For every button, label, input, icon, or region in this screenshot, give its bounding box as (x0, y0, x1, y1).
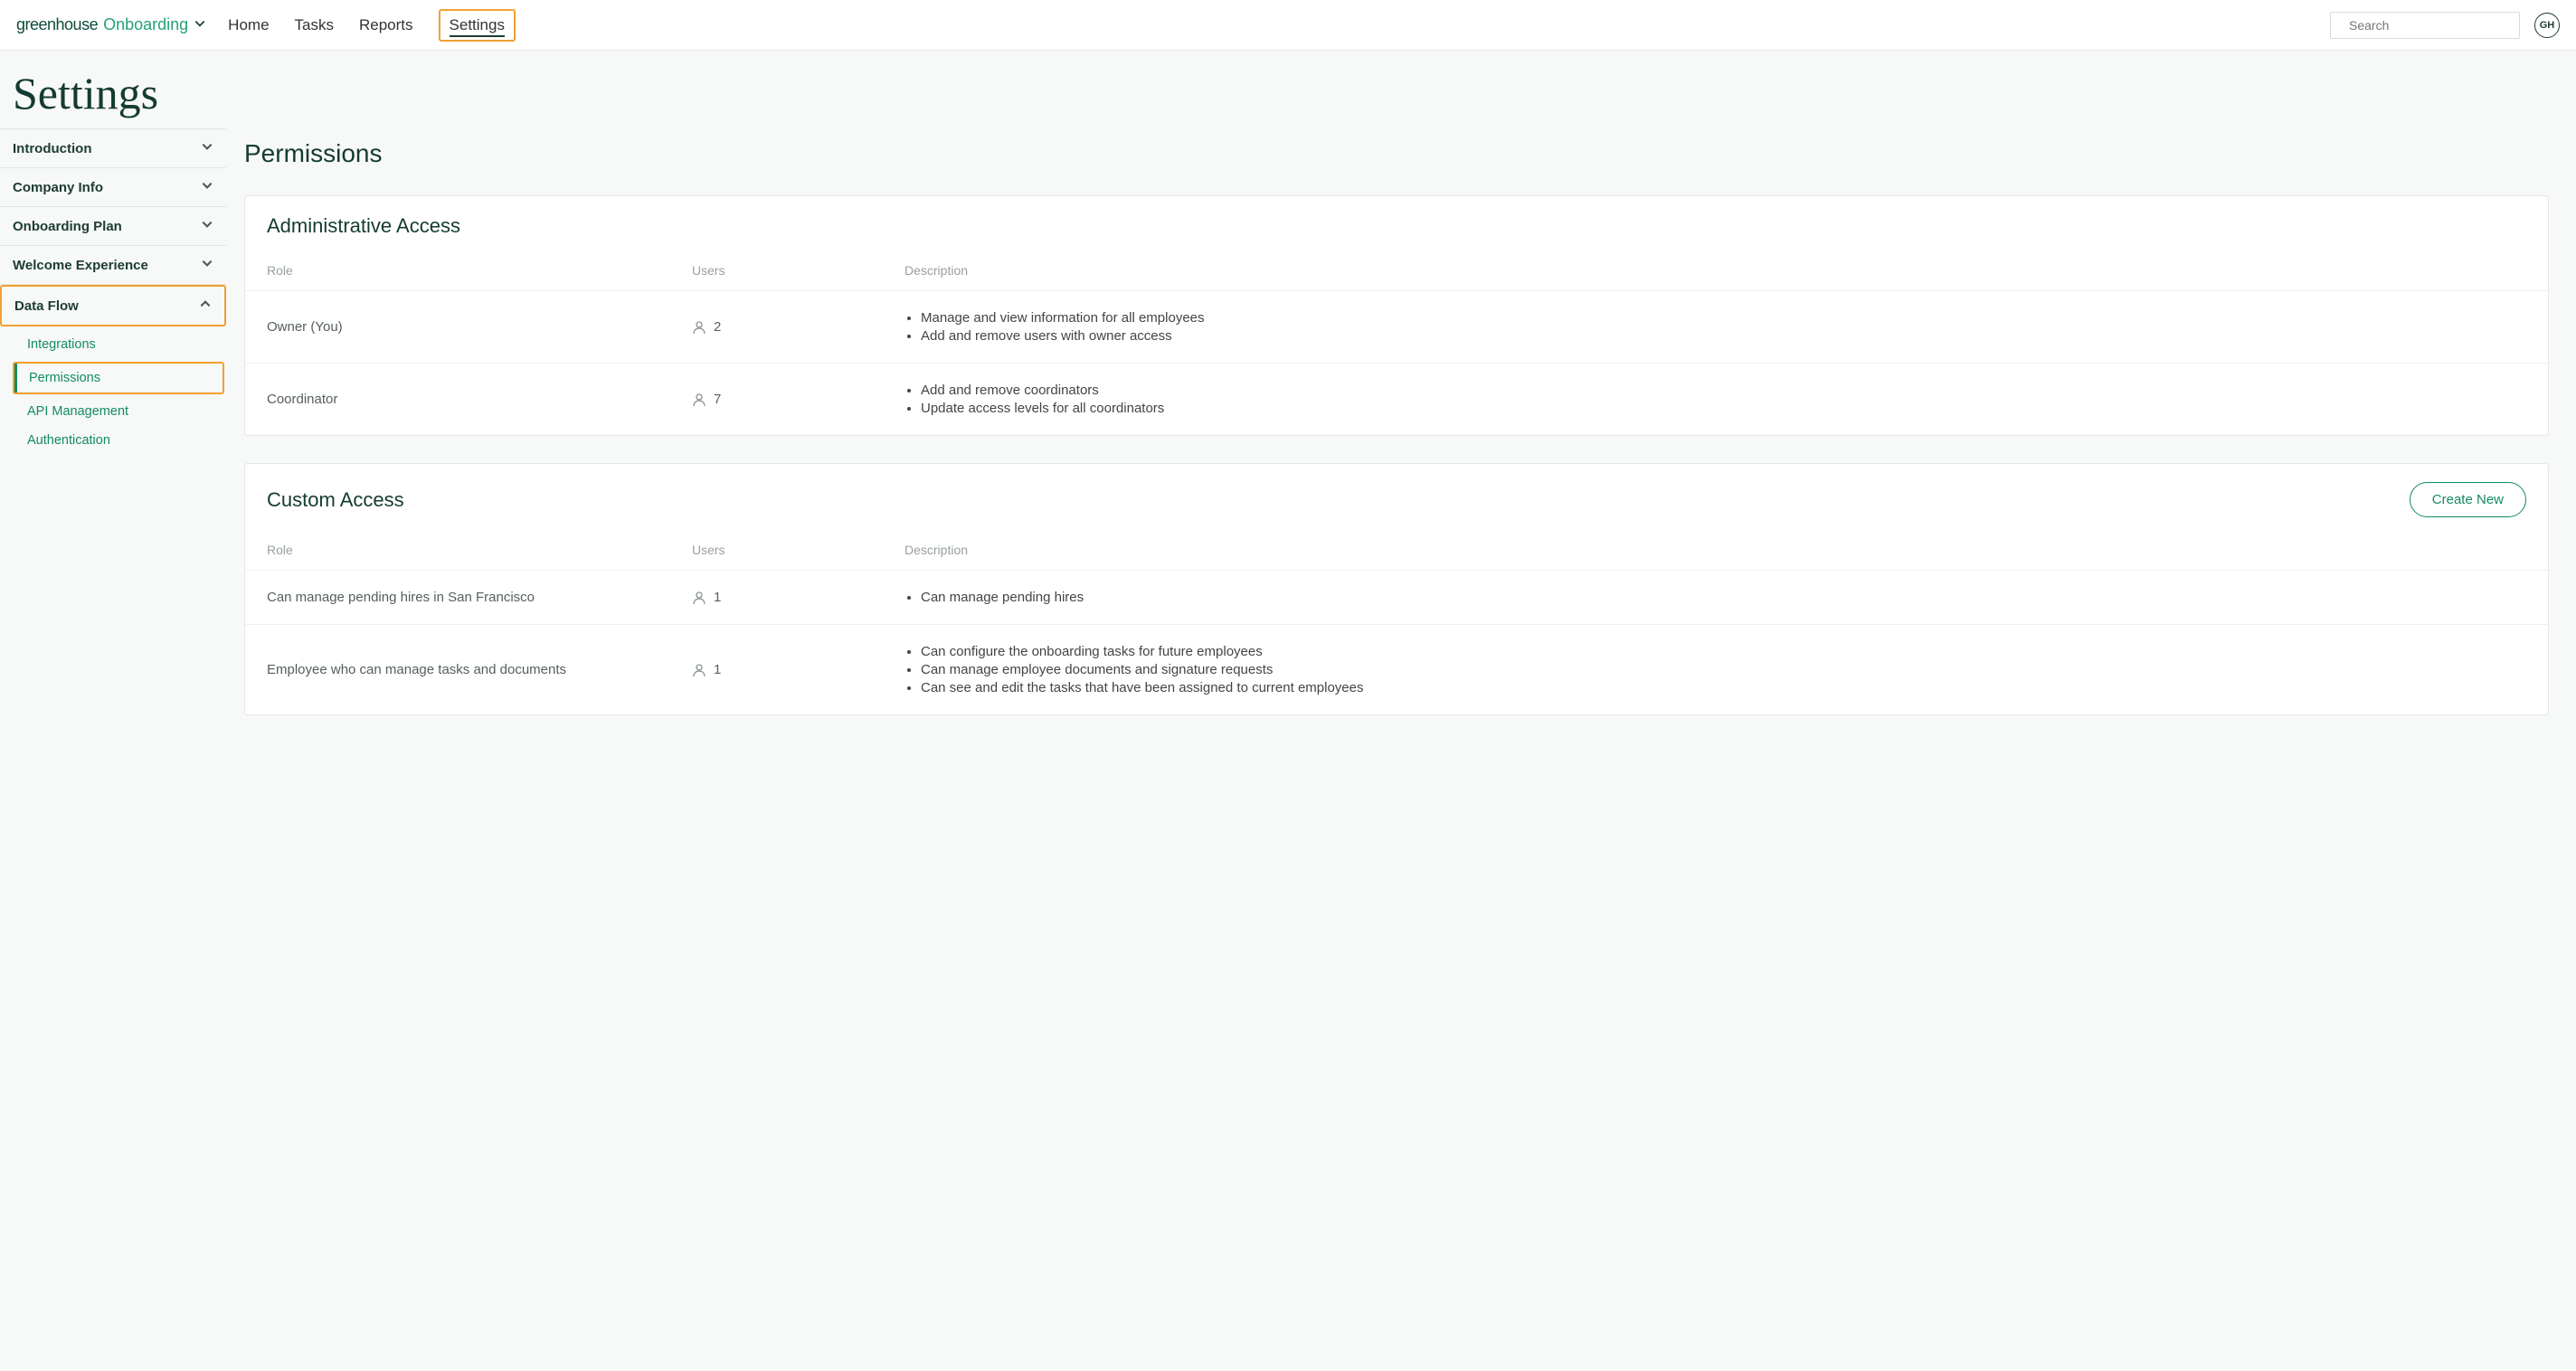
admin-table-header: Role Users Description (245, 247, 2548, 290)
sidebar-item-label: Onboarding Plan (13, 219, 122, 234)
settings-sidebar: Introduction Company Info Onboarding Pla… (0, 128, 226, 779)
user-icon (692, 320, 706, 335)
desc-item: Add and remove users with owner access (921, 328, 2526, 344)
user-count: 1 (714, 590, 721, 605)
col-header-desc: Description (904, 543, 2526, 557)
logo-sub: Onboarding (103, 15, 188, 34)
nav-tasks[interactable]: Tasks (295, 16, 334, 34)
top-bar: greenhouse Onboarding Home Tasks Reports… (0, 0, 2576, 51)
role-description: Can configure the onboarding tasks for f… (904, 641, 2526, 698)
col-header-desc: Description (904, 263, 2526, 278)
custom-panel-title: Custom Access (267, 488, 404, 512)
sidebar-sub-api-management[interactable]: API Management (0, 397, 226, 426)
admin-row-owner[interactable]: Owner (You) 2 Manage and view informatio… (245, 290, 2548, 363)
main-nav: Home Tasks Reports Settings (228, 9, 516, 42)
sidebar-item-label: Data Flow (14, 298, 79, 314)
role-name: Owner (You) (267, 319, 692, 335)
nav-home[interactable]: Home (228, 16, 269, 34)
chevron-down-icon (201, 140, 213, 156)
desc-item: Can manage pending hires (921, 590, 2526, 605)
nav-reports[interactable]: Reports (359, 16, 413, 34)
role-description: Can manage pending hires (904, 587, 2526, 608)
role-name: Can manage pending hires in San Francisc… (267, 590, 692, 605)
user-count: 1 (714, 662, 721, 677)
role-name: Employee who can manage tasks and docume… (267, 662, 692, 677)
sidebar-item-label: Company Info (13, 180, 103, 195)
col-header-role: Role (267, 543, 692, 557)
sidebar-subitems: Integrations Permissions API Management … (0, 326, 226, 459)
desc-item: Add and remove coordinators (921, 383, 2526, 398)
role-description: Manage and view information for all empl… (904, 307, 2526, 346)
desc-item: Can see and edit the tasks that have bee… (921, 680, 2526, 695)
desc-item: Manage and view information for all empl… (921, 310, 2526, 326)
admin-access-panel: Administrative Access Role Users Descrip… (244, 195, 2549, 436)
app-logo[interactable]: greenhouse Onboarding (16, 15, 206, 34)
user-count: 2 (714, 319, 721, 335)
user-icon (692, 663, 706, 677)
sidebar-item-welcome-experience[interactable]: Welcome Experience (0, 246, 226, 285)
chevron-down-icon (201, 179, 213, 195)
sidebar-item-introduction[interactable]: Introduction (0, 128, 226, 168)
custom-row-sf[interactable]: Can manage pending hires in San Francisc… (245, 570, 2548, 624)
sidebar-sub-permissions[interactable]: Permissions (14, 364, 223, 392)
user-count: 7 (714, 392, 721, 407)
sidebar-item-label: Welcome Experience (13, 258, 148, 273)
sidebar-sub-permissions-highlight: Permissions (13, 362, 224, 394)
col-header-users: Users (692, 543, 904, 557)
desc-item: Update access levels for all coordinator… (921, 401, 2526, 416)
custom-table-header: Role Users Description (245, 526, 2548, 570)
col-header-users: Users (692, 263, 904, 278)
search-input[interactable] (2349, 18, 2513, 33)
desc-item: Can configure the onboarding tasks for f… (921, 644, 2526, 659)
permissions-title: Permissions (244, 139, 2549, 168)
role-description: Add and remove coordinators Update acces… (904, 380, 2526, 419)
custom-access-panel: Custom Access Create New Role Users Desc… (244, 463, 2549, 715)
col-header-role: Role (267, 263, 692, 278)
logo-main: greenhouse (16, 15, 98, 34)
admin-row-coordinator[interactable]: Coordinator 7 Add and remove coordinator… (245, 363, 2548, 435)
sidebar-item-data-flow[interactable]: Data Flow (0, 285, 226, 326)
create-new-button[interactable]: Create New (2410, 482, 2526, 517)
desc-item: Can manage employee documents and signat… (921, 662, 2526, 677)
custom-row-tasks-docs[interactable]: Employee who can manage tasks and docume… (245, 624, 2548, 714)
chevron-up-icon (199, 298, 212, 314)
main-content: Permissions Administrative Access Role U… (226, 128, 2576, 779)
chevron-down-icon (201, 257, 213, 273)
sidebar-item-label: Introduction (13, 141, 91, 156)
role-name: Coordinator (267, 392, 692, 407)
admin-panel-title: Administrative Access (267, 214, 460, 238)
nav-settings-highlight: Settings (439, 9, 516, 42)
logo-caret-icon[interactable] (194, 15, 206, 34)
search-box[interactable] (2330, 12, 2520, 39)
sidebar-sub-authentication[interactable]: Authentication (0, 426, 226, 455)
chevron-down-icon (201, 218, 213, 234)
nav-settings[interactable]: Settings (450, 16, 505, 37)
user-icon (692, 392, 706, 407)
sidebar-item-company-info[interactable]: Company Info (0, 168, 226, 207)
sidebar-item-onboarding-plan[interactable]: Onboarding Plan (0, 207, 226, 246)
sidebar-sub-integrations[interactable]: Integrations (0, 330, 226, 359)
page-title: Settings (0, 51, 2576, 128)
user-icon (692, 591, 706, 605)
user-avatar[interactable]: GH (2534, 13, 2560, 38)
